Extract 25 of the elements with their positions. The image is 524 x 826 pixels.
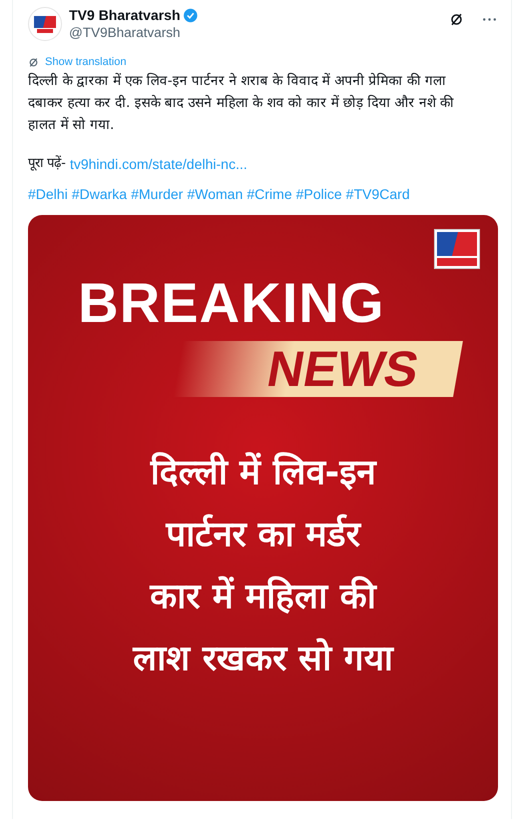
hashtag-link[interactable]: #Dwarka bbox=[72, 186, 127, 202]
channel-logo-icon bbox=[434, 229, 480, 269]
card-headline-line: कार में महिला की bbox=[150, 575, 376, 619]
more-icon[interactable] bbox=[482, 17, 497, 22]
read-more-label: पूरा पढ़ें- bbox=[28, 154, 66, 173]
hashtag-link[interactable]: #TV9Card bbox=[346, 186, 410, 202]
avatar-icon[interactable] bbox=[28, 7, 62, 41]
hashtag-link[interactable]: #Crime bbox=[246, 186, 292, 202]
news-card-image[interactable]: BREAKING NEWS दिल्ली में लिव-इन पार्टनर का मर्डर कार में महिला की लाश रखकर सो गया bbox=[28, 215, 498, 801]
card-headline-line: दिल्ली में लिव-इन bbox=[150, 451, 376, 495]
tweet-text: दिल्ली के द्वारका में एक लिव-इन पार्टनर ने शराब के विवाद में अपनी प्रेमिका की गला दबाकर हत्या कर दी. इसके बाद उसने महिला के शव को कार में छोड़ दिया और नशे की हालत में सो गया. bbox=[28, 72, 456, 135]
news-banner: NEWS bbox=[173, 341, 463, 397]
hashtag-link[interactable]: #Delhi bbox=[28, 186, 68, 202]
hashtag-link[interactable]: #Police bbox=[296, 186, 342, 202]
hashtag-link[interactable]: #Woman bbox=[187, 186, 243, 202]
card-headline-line: पार्टनर का मर्डर bbox=[166, 513, 360, 557]
translate-icon bbox=[28, 56, 39, 68]
grok-icon[interactable] bbox=[449, 12, 464, 27]
show-translation-link[interactable]: Show translation bbox=[45, 56, 126, 68]
article-link[interactable]: tv9hindi.com/state/delhi-nc... bbox=[70, 154, 248, 174]
hashtag-link[interactable]: #Murder bbox=[130, 186, 184, 202]
author-handle[interactable]: @TV9Bharatvarsh bbox=[69, 25, 198, 40]
card-headline-line: लाश रखकर सो गया bbox=[133, 637, 393, 681]
breaking-headline: BREAKING bbox=[78, 270, 385, 335]
author-name[interactable]: TV9 Bharatvarsh bbox=[69, 7, 180, 23]
